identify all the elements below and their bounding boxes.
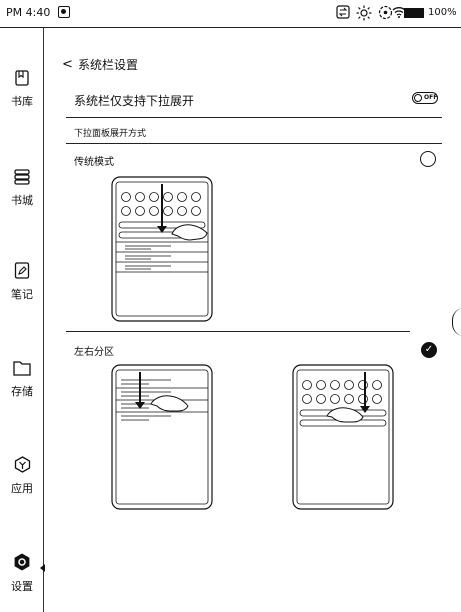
sidebar-item-storage[interactable]: 存储 <box>0 360 44 399</box>
sidebar-item-label: 笔记 <box>11 288 33 301</box>
sidebar-item-notes[interactable]: 笔记 <box>0 262 44 302</box>
sidebar-item-library[interactable]: 书库 <box>0 70 44 109</box>
battery-icon <box>404 8 424 18</box>
toggle-knob <box>414 94 422 102</box>
apps-icon <box>14 456 30 473</box>
divider <box>66 117 442 118</box>
eye-care-icon[interactable] <box>378 5 393 23</box>
sidebar-item-bookstore[interactable]: 书城 <box>0 169 44 208</box>
pulldown-only-toggle[interactable]: OFF <box>412 92 438 104</box>
sidebar-item-label: 存储 <box>11 385 33 398</box>
mode-split-check-icon[interactable]: ✓ <box>421 342 437 358</box>
mode-split-left-preview[interactable] <box>111 364 213 514</box>
divider <box>66 143 442 144</box>
toggle-state-text: OFF <box>424 94 438 101</box>
pulldown-only-label: 系统栏仅支持下拉展开 <box>74 94 195 108</box>
sidebar-item-label: 应用 <box>11 482 33 495</box>
bookstore-icon <box>14 169 30 185</box>
status-time: PM 4:40 <box>6 6 51 19</box>
mode-split-right-preview[interactable] <box>292 364 394 514</box>
back-button[interactable]: < <box>62 57 73 72</box>
mode-traditional-preview[interactable] <box>111 176 213 326</box>
sidebar-item-label: 设置 <box>11 580 33 593</box>
edge-drawer-handle[interactable] <box>452 308 461 336</box>
sidebar-item-label: 书城 <box>11 194 33 207</box>
divider <box>66 331 410 332</box>
mode-split-label: 左右分区 <box>74 347 114 358</box>
status-bar: PM 4:40 100% <box>0 0 461 28</box>
mode-traditional-label: 传统模式 <box>74 157 114 168</box>
sidebar-item-label: 书库 <box>11 95 33 108</box>
sidebar-item-apps[interactable]: 应用 <box>0 456 44 496</box>
mode-traditional-radio[interactable] <box>420 151 436 167</box>
settings-icon <box>14 553 30 571</box>
selected-indicator <box>40 564 45 572</box>
notes-icon <box>14 262 30 279</box>
sidebar-item-settings[interactable]: 设置 <box>0 553 44 594</box>
app-indicator-icon[interactable] <box>58 6 70 18</box>
storage-icon <box>13 361 31 376</box>
library-icon <box>15 70 29 86</box>
sidebar: 书库 书城 笔记 存储 应用 设置 <box>0 28 45 612</box>
section-header: 下拉面板展开方式 <box>74 129 147 139</box>
sync-icon[interactable] <box>336 5 350 22</box>
battery-percent: 100% <box>428 7 457 18</box>
brightness-icon[interactable] <box>356 5 372 24</box>
page-title: 系统栏设置 <box>78 58 139 72</box>
